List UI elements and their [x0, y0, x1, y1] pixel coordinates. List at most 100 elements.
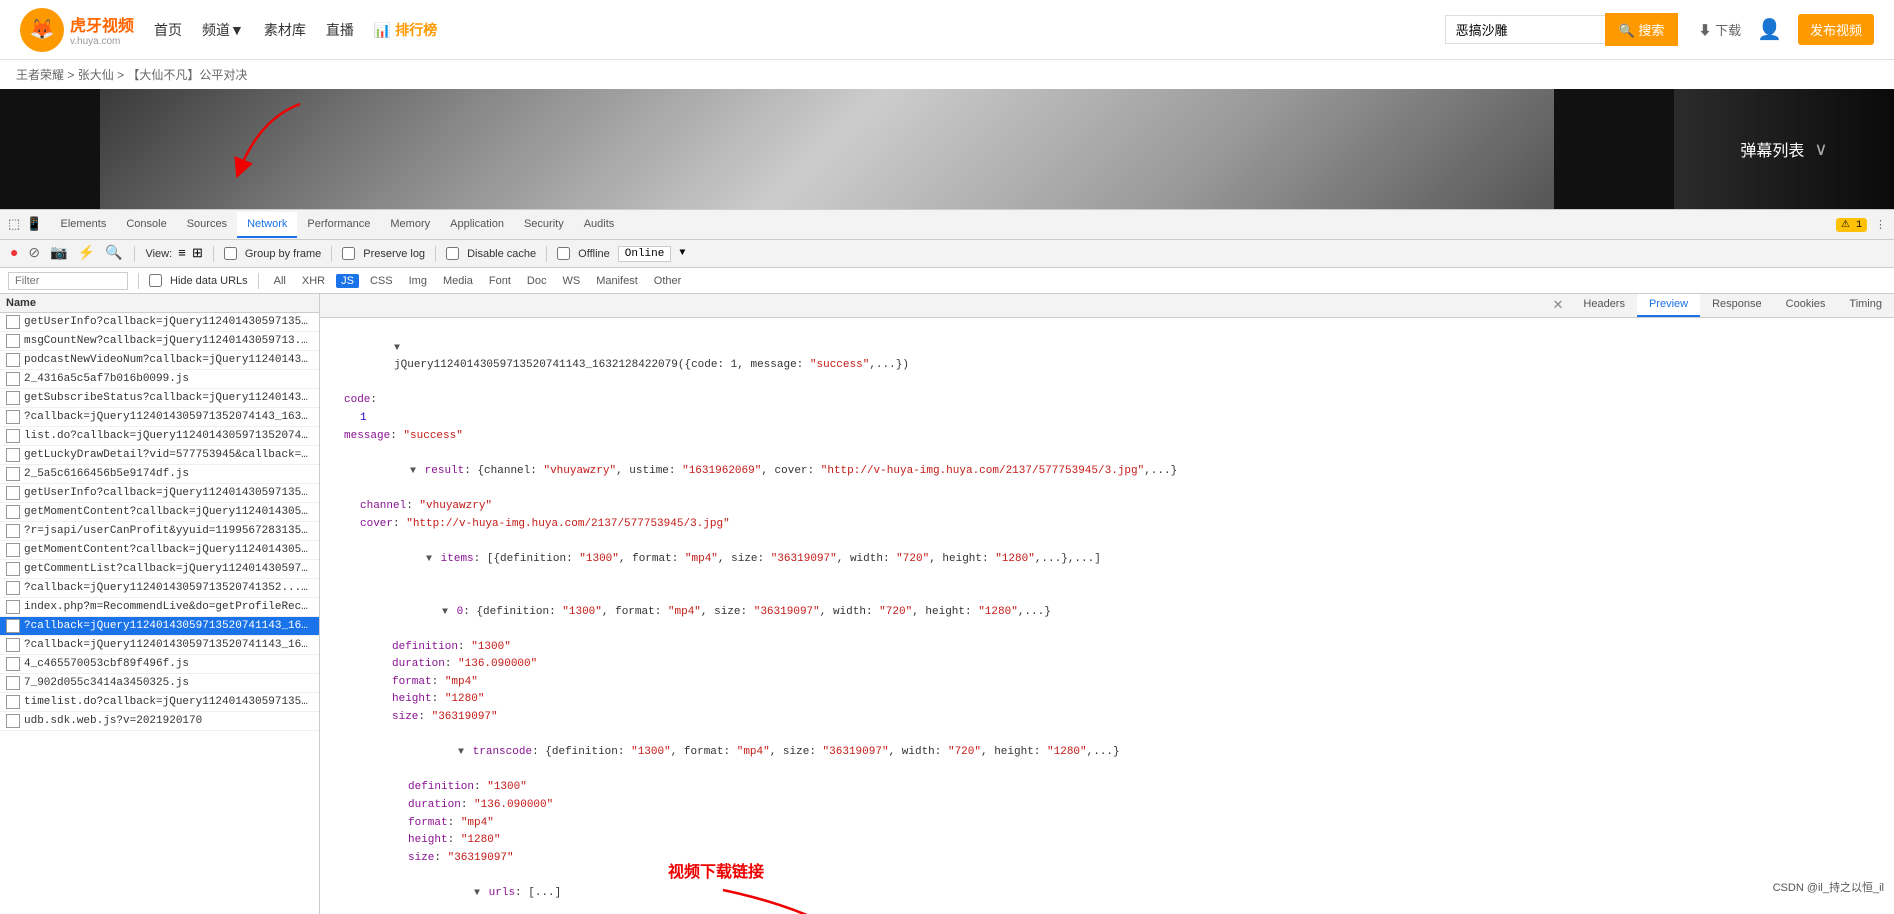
nav-ranking[interactable]: 📊 排行榜: [374, 20, 437, 40]
breadcrumb-item-2[interactable]: 张大仙: [78, 68, 114, 82]
group-by-frame-checkbox[interactable]: [224, 247, 237, 260]
request-item[interactable]: msgCountNew?callback=jQuery1124014305971…: [0, 332, 319, 351]
view-grid-icon[interactable]: ⊞: [192, 246, 203, 261]
filter-manifest[interactable]: Manifest: [591, 274, 643, 288]
nav-home[interactable]: 首页: [154, 20, 182, 40]
hide-data-urls-checkbox[interactable]: [149, 274, 162, 287]
devtools-menu-icon[interactable]: ⋮: [1875, 218, 1886, 232]
request-type-icon: [6, 562, 20, 576]
search-input[interactable]: [1445, 15, 1605, 44]
inspector-tab-timing[interactable]: Timing: [1837, 294, 1894, 317]
request-item[interactable]: getSubscribeStatus?callback=jQuery112401…: [0, 389, 319, 408]
request-item[interactable]: getMomentContent?callback=jQuery11240143…: [0, 503, 319, 522]
json-result-key[interactable]: ▼ result: {channel: "vhuyawzry", ustime:…: [328, 445, 1886, 498]
request-item[interactable]: getUserInfo?callback=jQuery1124014305971…: [0, 484, 319, 503]
inspector-tab-cookies[interactable]: Cookies: [1774, 294, 1838, 317]
request-name: 2_5a5c6166456b5e9174df.js: [24, 468, 189, 480]
request-item[interactable]: 2_4316a5c5af7b016b0099.js: [0, 370, 319, 389]
request-item[interactable]: ?callback=jQuery11240143059713520741352.…: [0, 579, 319, 598]
request-item[interactable]: getLuckyDrawDetail?vid=577753945&callbac…: [0, 446, 319, 465]
breadcrumb-item-3[interactable]: 【大仙不凡】公平对决: [127, 68, 247, 82]
preserve-log-checkbox[interactable]: [342, 247, 355, 260]
avatar-action[interactable]: 👤: [1757, 17, 1782, 42]
filter-font[interactable]: Font: [484, 274, 516, 288]
nav-materials[interactable]: 素材库: [264, 20, 306, 40]
json-transcode[interactable]: ▼ transcode: {definition: "1300", format…: [328, 727, 1886, 780]
request-item[interactable]: getCommentList?callback=jQuery1124014305…: [0, 560, 319, 579]
request-item[interactable]: timelist.do?callback=jQuery1124014305971…: [0, 693, 319, 712]
filter-other[interactable]: Other: [649, 274, 687, 288]
inspector-tab-response[interactable]: Response: [1700, 294, 1774, 317]
filter-input[interactable]: [8, 272, 128, 290]
filter-doc[interactable]: Doc: [522, 274, 552, 288]
tab-application[interactable]: Application: [440, 212, 514, 238]
request-item[interactable]: list.do?callback=jQuery11240143059713520…: [0, 427, 319, 446]
tab-network[interactable]: Network: [237, 212, 297, 238]
tab-memory[interactable]: Memory: [380, 212, 440, 238]
tab-console[interactable]: Console: [116, 212, 176, 238]
tab-sources[interactable]: Sources: [177, 212, 237, 238]
json-urls-key[interactable]: ▼ urls: [...]: [328, 867, 1886, 914]
request-type-icon: [6, 353, 20, 367]
toolbar-separator-3: [331, 246, 332, 262]
record-icon[interactable]: ●: [8, 244, 20, 264]
offline-checkbox[interactable]: [557, 247, 570, 260]
breadcrumb-item-1[interactable]: 王者荣耀: [16, 68, 64, 82]
json-code-value: 1: [328, 410, 1886, 428]
device-toolbar-icon[interactable]: 📱: [26, 217, 42, 232]
filter-xhr[interactable]: XHR: [297, 274, 330, 288]
danmu-collapse-button[interactable]: ∨: [1814, 139, 1827, 160]
nav-live[interactable]: 直播: [326, 20, 354, 40]
danmu-sidebar: 弹幕列表 ∨: [1674, 89, 1894, 209]
filter-js[interactable]: JS: [336, 274, 359, 288]
filter-all[interactable]: All: [269, 274, 291, 288]
tab-performance[interactable]: Performance: [297, 212, 380, 238]
request-item[interactable]: getMomentContent?callback=jQuery11240143…: [0, 541, 319, 560]
request-item[interactable]: index.php?m=RecommendLive&do=getProfileR…: [0, 598, 319, 617]
disable-cache-checkbox[interactable]: [446, 247, 459, 260]
request-item[interactable]: 2_5a5c6166456b5e9174df.js: [0, 465, 319, 484]
request-item[interactable]: ?callback=jQuery1124014305971352074143_1…: [0, 408, 319, 427]
download-action[interactable]: ⬇ 下载: [1698, 20, 1741, 39]
logo-sub: v.huya.com: [70, 36, 134, 47]
root-label: jQuery11240143059713520741143_1632128422…: [394, 359, 909, 371]
online-select[interactable]: Online: [618, 246, 672, 262]
json-items[interactable]: ▼ items: [{definition: "1300", format: "…: [328, 533, 1886, 586]
json-code-key: code:: [328, 392, 1886, 410]
clear-icon[interactable]: ⊘: [26, 243, 42, 264]
request-item[interactable]: 7_902d055c3414a3450325.js: [0, 674, 319, 693]
json-item-0[interactable]: ▼ 0: {definition: "1300", format: "mp4",…: [328, 586, 1886, 639]
website-header: 🦊 虎牙视频 v.huya.com 首页 频道▼ 素材库 直播 📊 排行榜 🔍 …: [0, 0, 1894, 60]
tab-elements[interactable]: Elements: [50, 212, 116, 238]
inspector-tab-headers[interactable]: Headers: [1571, 294, 1637, 317]
request-item[interactable]: udb.sdk.web.js?v=2021920170: [0, 712, 319, 731]
search-icon[interactable]: 🔍: [103, 243, 124, 264]
json-root[interactable]: ▼ jQuery11240143059713520741143_16321284…: [328, 322, 1886, 392]
inspect-element-icon[interactable]: ⬚: [8, 217, 20, 232]
root-collapse-icon[interactable]: ▼: [394, 343, 400, 354]
tab-audits[interactable]: Audits: [574, 212, 625, 238]
request-item[interactable]: ?callback=jQuery11240143059713520741143_…: [0, 636, 319, 655]
inspector-tab-preview[interactable]: Preview: [1637, 294, 1700, 317]
publish-button[interactable]: 发布视频: [1798, 14, 1874, 45]
nav-channel[interactable]: 频道▼: [202, 20, 244, 40]
request-item[interactable]: 4_c465570053cbf89f496f.js: [0, 655, 319, 674]
request-type-icon: [6, 714, 20, 728]
capture-screenshot-icon[interactable]: 📷: [48, 243, 69, 264]
filter-img[interactable]: Img: [404, 274, 432, 288]
request-item[interactable]: ?callback=jQuery11240143059713520741143_…: [0, 617, 319, 636]
filter-icon[interactable]: ⚡: [76, 243, 97, 264]
throttle-dropdown-icon[interactable]: ▼: [679, 248, 685, 259]
filter-media[interactable]: Media: [438, 274, 478, 288]
tab-security[interactable]: Security: [514, 212, 574, 238]
filter-css[interactable]: CSS: [365, 274, 398, 288]
request-list-header: Name: [0, 294, 319, 313]
request-item[interactable]: podcastNewVideoNum?callback=jQuery112401…: [0, 351, 319, 370]
request-item[interactable]: ?r=jsapi/userCanProfit&yyuid=11995672831…: [0, 522, 319, 541]
filter-ws[interactable]: WS: [557, 274, 585, 288]
close-inspector-button[interactable]: ✕: [1544, 294, 1571, 317]
search-button[interactable]: 🔍 搜索: [1605, 13, 1679, 46]
request-type-icon: [6, 410, 20, 424]
view-list-icon[interactable]: ≡: [178, 246, 186, 261]
request-item[interactable]: getUserInfo?callback=jQuery1124014305971…: [0, 313, 319, 332]
